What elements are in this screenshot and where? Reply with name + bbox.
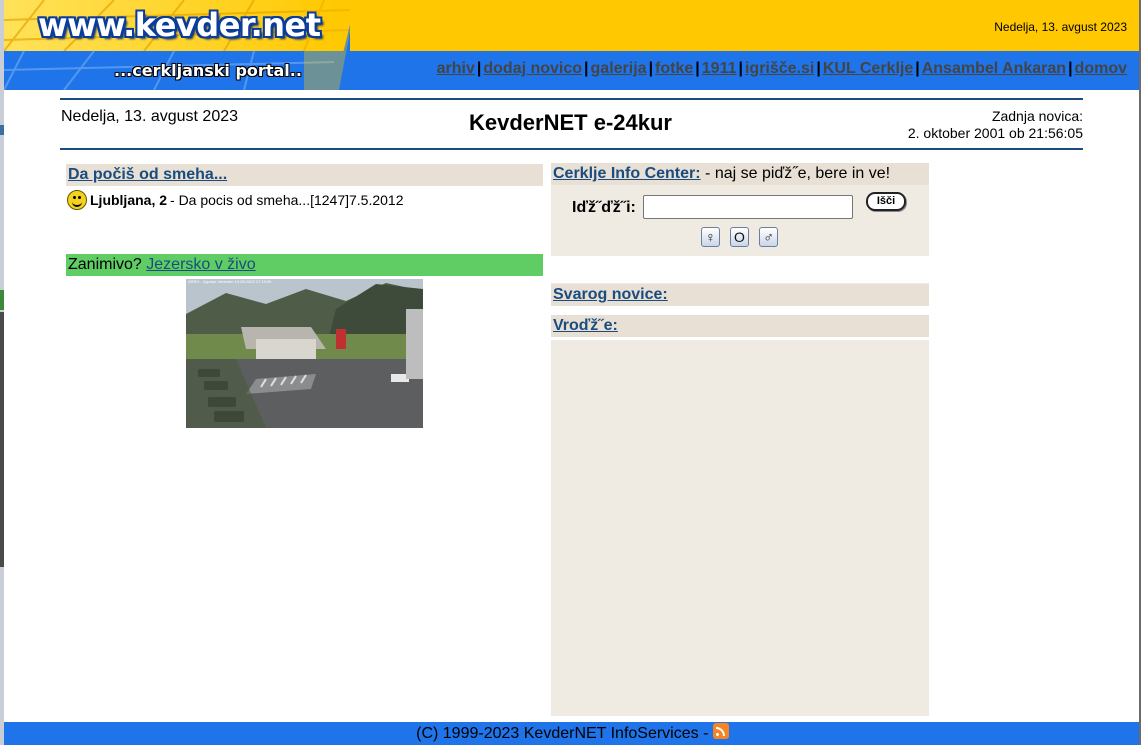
footer: (C) 1999-2023 KevderNET InfoServices - [4, 722, 1141, 745]
nav-link-1911[interactable]: 1911 [702, 60, 737, 77]
last-news-value: 2. oktober 2001 ob 21:56:05 [907, 125, 1083, 141]
info-center-link[interactable]: Cerklje Info Center: [553, 165, 701, 182]
news-city: Ljubljana, 2 [90, 192, 168, 208]
webcam-caption: ARSO - Zgornje Jezersko 13.08.2023 17:15… [188, 279, 272, 284]
underlying-window-edge-segment [0, 290, 4, 310]
top-divider [60, 98, 1083, 100]
info-center-text: - naj se piďž˝e, bere in ve! [700, 165, 891, 182]
webcam-photo [186, 279, 423, 428]
interesting-label: Zanimivo? [68, 256, 142, 273]
nav-link-arhiv[interactable]: arhiv [437, 60, 475, 77]
webcam-image[interactable]: ARSO - Zgornje Jezersko 13.08.2023 17:15… [186, 279, 423, 428]
nav-link-domov[interactable]: domov [1075, 60, 1127, 77]
panel-gap [551, 306, 929, 315]
nav-separator: | [476, 60, 482, 77]
nav-separator: | [584, 60, 589, 77]
underlying-window-edge-segment [0, 312, 4, 567]
vroce-link[interactable]: Vroďž˝e: [553, 317, 618, 334]
search-label: Iďž˝ďž˝i: [572, 199, 636, 216]
jezersko-live-link[interactable]: Jezersko v živo [146, 256, 255, 273]
last-news-label: Zadnja novica: [991, 108, 1083, 124]
rss-icon[interactable] [712, 723, 729, 739]
male-icon[interactable]: ♂ [759, 227, 778, 247]
smiley-icon [67, 190, 87, 210]
nav-separator: | [816, 60, 821, 77]
section-header-smeh: Da počiš od smeha... [66, 164, 543, 186]
nav-separator: | [1068, 60, 1073, 77]
svarog-news-link[interactable]: Svarog novice: [553, 286, 668, 303]
nav-separator: | [695, 60, 700, 77]
neutral-icon[interactable]: O [730, 227, 749, 247]
info-center-header: Cerklje Info Center: - naj se piďž˝e, be… [553, 165, 890, 183]
news-item[interactable]: Ljubljana, 2 - Da pocis od smeha...[1247… [67, 190, 404, 210]
section-header-svarog: Svarog novice: [551, 284, 929, 306]
nav-separator: | [915, 60, 920, 77]
nav-link-dodaj-novico[interactable]: dodaj novico [483, 60, 582, 77]
panel-gap [551, 337, 929, 340]
nav-separator: | [738, 60, 743, 77]
section-header-vroce: Vroďž˝e: [551, 315, 929, 337]
logo-subtitle: ...cerkljanski portal.. [114, 61, 302, 80]
interesting-bar: Zanimivo? Jezersko v živo [66, 254, 543, 276]
nav-link-fotke[interactable]: fotke [655, 60, 693, 77]
bottom-divider [60, 148, 1083, 150]
nav-link-galerija[interactable]: galerija [591, 60, 647, 77]
last-news-info: Zadnja novica: 2. oktober 2001 ob 21:56:… [908, 108, 1083, 142]
search-input[interactable] [643, 195, 853, 219]
section-link-smeh[interactable]: Da počiš od smeha... [68, 166, 227, 183]
site-logo[interactable]: www.kevder.net ...cerkljanski portal.. [4, 0, 350, 90]
nav-separator: | [648, 60, 654, 77]
logo-title: www.kevder.net [38, 6, 321, 44]
female-icon[interactable]: ♀ [701, 227, 720, 247]
nav-link-ansambel-ankaran[interactable]: Ansambel Ankaran [922, 60, 1066, 77]
nav-link-kul-cerklje[interactable]: KUL Cerklje [823, 60, 913, 77]
nav-link-igrisce[interactable]: igrišče.si [745, 60, 814, 77]
panel-gap [551, 256, 929, 283]
news-text: - Da pocis od smeha...[1247]7.5.2012 [170, 192, 404, 208]
main-nav: arhiv | dodaj novico | galerija | fotke | 1911 | i… [437, 60, 1127, 78]
footer-copyright: (C) 1999-2023 KevderNET InfoServices - [416, 725, 713, 742]
search-button[interactable]: Išči [866, 192, 906, 211]
header-date: Nedelja, 13. avgust 2023 [994, 20, 1127, 34]
